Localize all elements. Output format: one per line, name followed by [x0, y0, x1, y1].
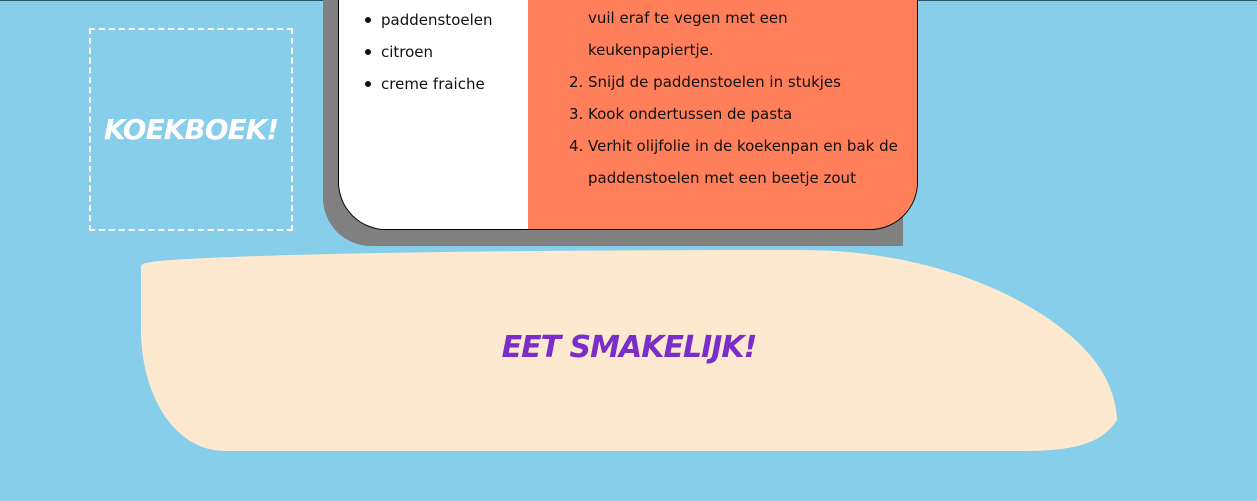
step-text: Snijd de paddenstoelen in stukjes: [588, 73, 841, 91]
bullet-icon: [365, 81, 371, 87]
step-1-text-continued: keukenpapiertje.: [588, 41, 714, 59]
ingredients-panel: paddenstoelen citroen creme fraiche: [339, 0, 528, 229]
step-text: paddenstoelen met een beetje zout: [588, 169, 856, 187]
ingredient-label: creme fraiche: [381, 75, 485, 93]
list-item: creme fraiche: [365, 68, 493, 100]
step-text: Verhit olijfolie in de koekenpan en bak …: [588, 137, 898, 155]
closing-message: EET SMAKELIJK!: [501, 330, 758, 365]
ingredient-label: paddenstoelen: [381, 11, 493, 29]
step-text: Kook ondertussen de pasta: [588, 105, 793, 123]
step-1-text-continued: vuil eraf te vegen met een: [588, 9, 788, 27]
step-number: 4.: [569, 137, 584, 155]
list-item: citroen: [365, 36, 493, 68]
logo-title: KOEKBOEK!: [103, 113, 279, 146]
logo-box: KOEKBOEK!: [89, 28, 293, 231]
recipe-card: paddenstoelen citroen creme fraiche vuil…: [338, 0, 918, 230]
steps-panel: vuil eraf te vegen met een keukenpapiert…: [528, 0, 917, 229]
step-number: 2.: [569, 73, 584, 91]
list-item: paddenstoelen: [365, 4, 493, 36]
page: { "logo": { "title": "KOEKBOEK!" }, "rec…: [0, 0, 1257, 501]
ingredient-label: citroen: [381, 43, 434, 61]
step-number: 3.: [569, 105, 584, 123]
bullet-icon: [365, 17, 371, 23]
ingredients-list: paddenstoelen citroen creme fraiche: [365, 4, 493, 100]
bullet-icon: [365, 49, 371, 55]
